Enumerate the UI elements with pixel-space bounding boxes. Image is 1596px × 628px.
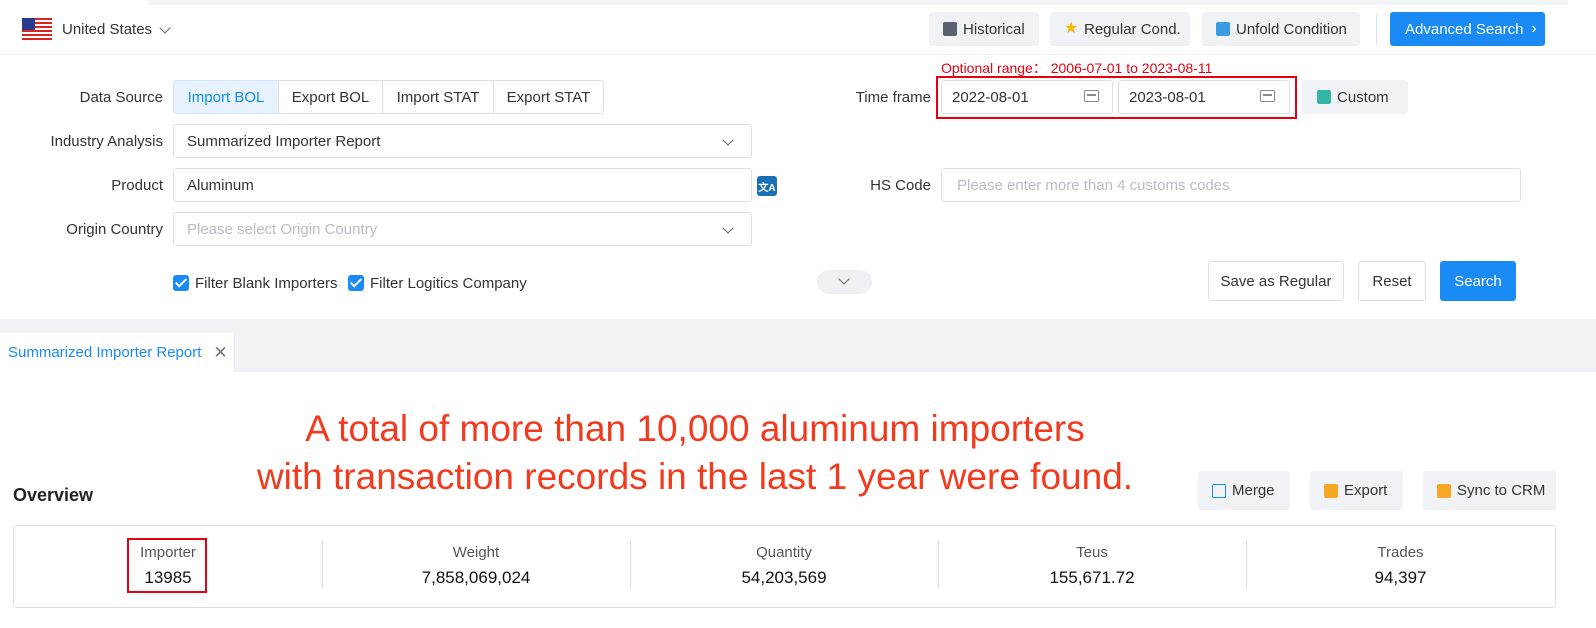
hs-code-input[interactable]: Please enter more than 4 customs codes: [941, 168, 1521, 202]
filter-blank-importers-checkbox[interactable]: [173, 275, 189, 291]
search-button[interactable]: Search: [1440, 261, 1516, 301]
sync-label: Sync to CRM: [1457, 482, 1546, 499]
stat-weight-value: 7,858,069,024: [421, 568, 531, 587]
product-value: Aluminum: [187, 176, 254, 194]
data-source-export-stat[interactable]: Export STAT: [493, 80, 604, 114]
calendar-icon: [1084, 90, 1099, 102]
chevron-down-icon: [838, 273, 850, 285]
custom-button[interactable]: Custom: [1302, 80, 1408, 114]
data-source-import-bol[interactable]: Import BOL: [173, 80, 279, 114]
merge-label: Merge: [1232, 482, 1275, 499]
historical-button[interactable]: Historical: [929, 12, 1039, 46]
data-source-label: Data Source: [79, 89, 163, 106]
tab-bar: [0, 333, 1596, 372]
export-button[interactable]: Export: [1310, 471, 1403, 510]
stat-trades-value: 94,397: [1374, 568, 1427, 587]
top-strip: [148, 0, 1568, 5]
stat-quantity-value: 54,203,569: [741, 568, 827, 587]
industry-analysis-value: Summarized Importer Report: [187, 132, 381, 150]
origin-country-placeholder: Please select Origin Country: [187, 220, 378, 238]
stat-teus: Teus 155,671.72: [938, 526, 1246, 609]
chevron-right-icon: ›: [1531, 20, 1537, 37]
save-as-regular-button[interactable]: Save as Regular: [1208, 261, 1344, 301]
industry-analysis-label: Industry Analysis: [50, 133, 163, 150]
stat-quantity: Quantity 54,203,569: [630, 526, 938, 609]
advanced-search-button[interactable]: Advanced Search ›: [1390, 12, 1545, 46]
close-icon[interactable]: ✕: [213, 343, 227, 363]
overview-stats-panel: Importer 13985 Weight 7,858,069,024 Quan…: [13, 525, 1556, 608]
stat-teus-label: Teus: [1076, 544, 1108, 561]
sync-to-crm-button[interactable]: Sync to CRM: [1423, 471, 1556, 510]
overview-title: Overview: [13, 485, 94, 505]
filter-logistics-company-checkbox[interactable]: [348, 275, 364, 291]
calendar-icon: [1260, 90, 1275, 102]
stat-quantity-label: Quantity: [756, 544, 812, 561]
history-icon: [943, 22, 957, 36]
custom-label: Custom: [1337, 88, 1389, 106]
unfold-icon: [1216, 22, 1230, 36]
time-frame-label: Time frame: [855, 89, 931, 106]
tab-label: Summarized Importer Report: [8, 344, 202, 361]
sync-icon: [1437, 483, 1451, 498]
tab-summarized-importer-report[interactable]: Summarized Importer Report ✕: [0, 333, 235, 372]
expand-filters-button[interactable]: [817, 270, 872, 294]
stat-teus-value: 155,671.72: [1049, 568, 1135, 587]
advanced-search-label: Advanced Search: [1405, 20, 1524, 38]
country-selector[interactable]: United States: [62, 21, 152, 38]
stat-trades: Trades 94,397: [1246, 526, 1555, 609]
filter-logistics-company-label[interactable]: Filter Logitics Company: [370, 275, 527, 292]
data-source-import-stat[interactable]: Import STAT: [382, 80, 494, 114]
export-icon: [1324, 483, 1338, 498]
annotation-line-2: with transaction records in the last 1 y…: [256, 456, 1134, 497]
export-label: Export: [1344, 482, 1388, 499]
regular-cond-button[interactable]: ★ Regular Cond.: [1050, 12, 1190, 46]
hs-code-label: HS Code: [870, 177, 931, 194]
importer-highlight: [127, 538, 207, 593]
product-label: Product: [111, 177, 163, 194]
stat-weight: Weight 7,858,069,024: [322, 526, 630, 609]
us-flag-icon: [22, 18, 52, 40]
historical-label: Historical: [963, 20, 1025, 38]
merge-button[interactable]: Merge: [1198, 471, 1290, 510]
toolbar-divider: [1376, 14, 1377, 44]
star-icon: ★: [1064, 20, 1079, 37]
unfold-condition-label: Unfold Condition: [1236, 20, 1347, 38]
unfold-condition-button[interactable]: Unfold Condition: [1202, 12, 1360, 46]
reset-button[interactable]: Reset: [1358, 261, 1426, 301]
section-separator: [0, 319, 1596, 333]
top-bar: United States Historical ★ Regular Cond.…: [0, 0, 1596, 55]
stat-trades-label: Trades: [1377, 544, 1424, 561]
hs-code-placeholder: Please enter more than 4 customs codes: [957, 176, 1230, 194]
origin-country-label: Origin Country: [66, 221, 163, 238]
product-input[interactable]: Aluminum: [173, 168, 752, 202]
annotation-line-1: A total of more than 10,000 aluminum imp…: [305, 408, 1085, 449]
regular-cond-label: Regular Cond.: [1084, 20, 1181, 38]
time-frame-start-value: 2022-08-01: [952, 88, 1029, 106]
custom-icon: [1317, 90, 1331, 104]
origin-country-select[interactable]: Please select Origin Country: [173, 212, 752, 246]
merge-icon: [1212, 483, 1226, 498]
filter-blank-importers-label[interactable]: Filter Blank Importers: [195, 275, 338, 292]
translate-icon[interactable]: 文A: [757, 176, 777, 196]
optional-range-note: Optional range： 2006-07-01 to 2023-08-11: [941, 60, 1213, 76]
stat-weight-label: Weight: [452, 544, 500, 561]
time-frame-end-value: 2023-08-01: [1129, 88, 1206, 106]
industry-analysis-select[interactable]: Summarized Importer Report: [173, 124, 752, 158]
chevron-down-icon[interactable]: [159, 22, 171, 34]
data-source-export-bol[interactable]: Export BOL: [278, 80, 383, 114]
